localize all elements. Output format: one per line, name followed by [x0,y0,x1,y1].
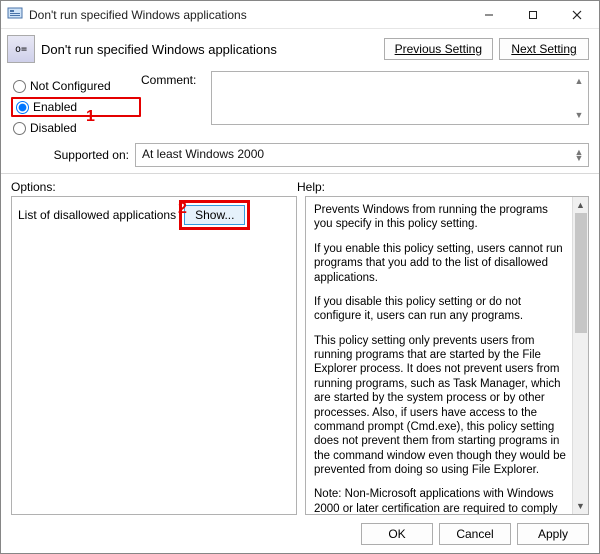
next-setting-button[interactable]: Next Setting [499,38,589,60]
header-row: o= Don't run specified Windows applicati… [1,29,599,67]
cancel-button[interactable]: Cancel [439,523,511,545]
options-panel: List of disallowed applications Show... [11,196,297,515]
scroll-up-icon[interactable]: ▲ [573,197,588,213]
apply-button[interactable]: Apply [517,523,589,545]
scroll-down-icon[interactable]: ▼ [572,151,586,165]
titlebar: Don't run specified Windows applications [1,1,599,29]
radio-disabled-label: Disabled [30,121,77,135]
minimize-button[interactable] [467,1,511,28]
show-button[interactable]: Show... [184,205,245,225]
radio-not-configured-input[interactable] [13,80,26,93]
close-button[interactable] [555,1,599,28]
comment-textarea[interactable]: ▲ ▼ [211,71,589,125]
supported-on-value: At least Windows 2000 [142,147,264,161]
policy-title: Don't run specified Windows applications [41,42,378,57]
ok-button[interactable]: OK [361,523,433,545]
window-title: Don't run specified Windows applications [29,8,467,22]
dialog-footer: OK Cancel Apply [1,515,599,553]
help-p4: This policy setting only prevents users … [314,334,568,478]
help-text: Prevents Windows from running the progra… [306,197,572,514]
radio-not-configured[interactable]: Not Configured [11,79,141,93]
annotation-1: 1 [86,108,95,126]
comment-label: Comment: [141,71,211,87]
help-p3: If you disable this policy setting or do… [314,295,568,324]
help-p1: Prevents Windows from running the progra… [314,203,568,232]
scroll-down-icon[interactable]: ▼ [573,498,588,514]
annotation-2: 2 [178,200,187,218]
previous-setting-button[interactable]: Previous Setting [384,38,493,60]
gpo-dialog: Don't run specified Windows applications… [0,0,600,554]
window-controls [467,1,599,28]
disallowed-apps-label: List of disallowed applications [18,208,176,222]
section-labels: Options: Help: [1,174,599,196]
lower-panels: List of disallowed applications Show... … [1,196,599,515]
scroll-thumb[interactable] [575,213,587,333]
radio-not-configured-label: Not Configured [30,79,111,93]
help-p5: Note: Non-Microsoft applications with Wi… [314,487,568,514]
policy-icon: o= [7,35,35,63]
radio-enabled-label: Enabled [33,100,77,114]
maximize-button[interactable] [511,1,555,28]
radio-disabled-input[interactable] [13,122,26,135]
scroll-up-icon[interactable]: ▲ [572,74,586,88]
radio-enabled[interactable]: Enabled [11,97,141,117]
supported-on-label: Supported on: [47,148,135,162]
help-scrollbar[interactable]: ▲ ▼ [572,197,588,514]
options-heading: Options: [11,180,297,194]
supported-on-value-box: At least Windows 2000 ▲ ▼ [135,143,589,167]
radio-enabled-input[interactable] [16,101,29,114]
radio-disabled[interactable]: Disabled [11,121,141,135]
state-radio-group: Not Configured Enabled Disabled [11,71,141,139]
help-p2: If you enable this policy setting, users… [314,242,568,285]
scroll-down-icon[interactable]: ▼ [572,108,586,122]
help-heading: Help: [297,180,325,194]
help-panel: Prevents Windows from running the progra… [305,196,589,515]
app-icon [7,5,23,24]
